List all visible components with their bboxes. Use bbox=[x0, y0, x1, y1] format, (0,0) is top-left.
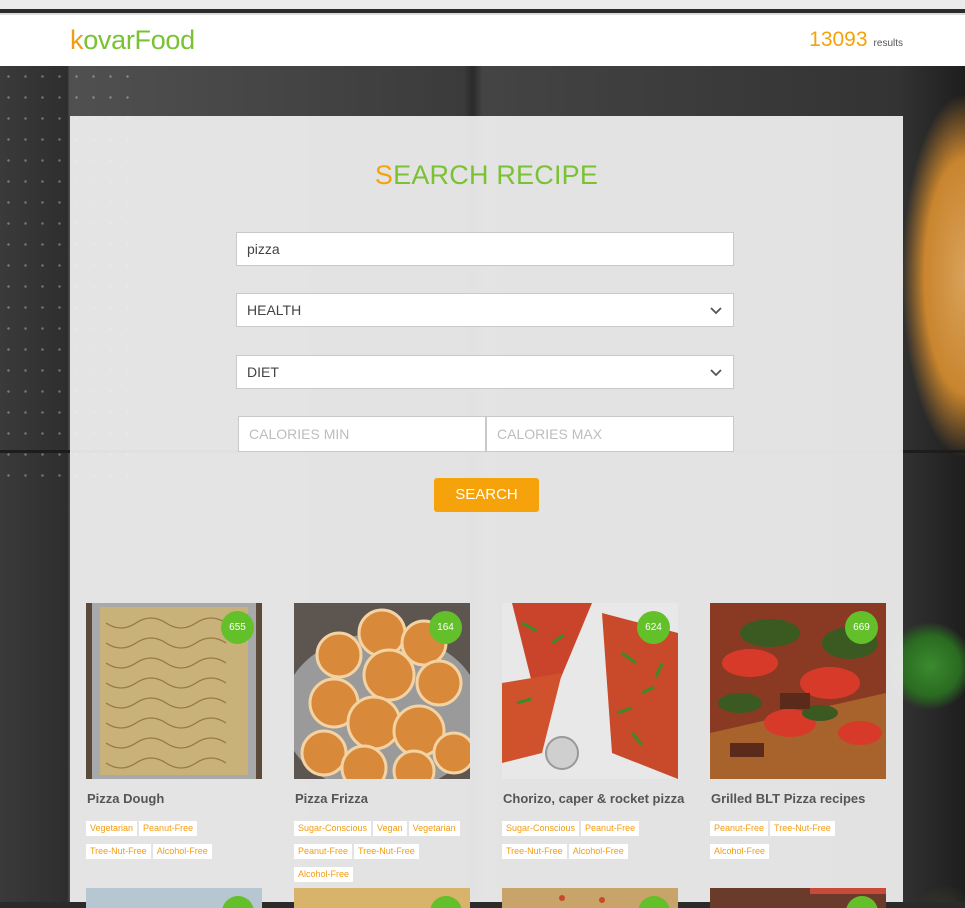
recipe-tag: Sugar-Conscious bbox=[502, 821, 580, 836]
recipe-title[interactable]: Pizza Dough bbox=[87, 791, 277, 806]
search-title-text: EARCH RECIPE bbox=[393, 160, 599, 190]
recipe-tag: Tree-Nut-Free bbox=[354, 844, 419, 859]
recipe-image[interactable]: 624 bbox=[502, 603, 678, 779]
results-count: 13093 bbox=[809, 28, 868, 51]
calories-badge: 164 bbox=[429, 611, 462, 644]
recipe-card-partial[interactable] bbox=[710, 888, 886, 908]
calories-badge: 655 bbox=[221, 611, 254, 644]
calories-max-placeholder: CALORIES MAX bbox=[497, 426, 603, 442]
recipe-image[interactable]: 164 bbox=[294, 603, 470, 779]
recipe-card-partial[interactable] bbox=[294, 888, 470, 908]
recipe-tag: Tree-Nut-Free bbox=[770, 821, 835, 836]
search-title-initial: S bbox=[374, 160, 394, 190]
calories-max-input[interactable]: CALORIES MAX bbox=[486, 416, 734, 452]
recipe-tags: Sugar-Conscious Peanut-Free Tree-Nut-Free A… bbox=[502, 818, 680, 864]
health-select[interactable]: HEALTH bbox=[236, 293, 734, 327]
recipe-tag: Alcohol-Free bbox=[152, 844, 212, 859]
brand-logo-initial: k bbox=[70, 25, 84, 55]
recipe-tag: Alcohol-Free bbox=[568, 844, 628, 859]
recipe-tag: Peanut-Free bbox=[294, 844, 353, 859]
recipe-tag: Alcohol-Free bbox=[710, 844, 770, 859]
recipe-tag: Tree-Nut-Free bbox=[502, 844, 567, 859]
top-header: kovarFood 13093 results bbox=[0, 15, 965, 66]
browser-chrome-strip bbox=[0, 0, 965, 9]
recipe-tags: Vegetarian Peanut-Free Tree-Nut-Free Alcoho… bbox=[86, 818, 264, 864]
recipe-tag: Sugar-Conscious bbox=[294, 821, 372, 836]
health-select-value: HEALTH bbox=[247, 302, 302, 318]
recipe-tag: Alcohol-Free bbox=[294, 867, 354, 882]
calories-badge: 624 bbox=[637, 611, 670, 644]
search-title: SEARCH RECIPE bbox=[70, 160, 903, 191]
results-counter: 13093 results bbox=[809, 28, 903, 52]
search-query-value: pizza bbox=[247, 241, 280, 257]
results-label: results bbox=[873, 38, 903, 49]
recipe-title[interactable]: Grilled BLT Pizza recipes bbox=[711, 791, 901, 806]
recipe-card-partial[interactable] bbox=[502, 888, 678, 908]
recipe-tags: Peanut-Free Tree-Nut-FreeAlcohol-Free bbox=[710, 818, 888, 864]
search-query-input[interactable]: pizza bbox=[236, 232, 734, 266]
diet-select-value: DIET bbox=[247, 364, 279, 380]
recipe-image[interactable]: 669 bbox=[710, 603, 886, 779]
recipe-tag: Tree-Nut-Free bbox=[86, 844, 151, 859]
brand-logo-text: ovarFood bbox=[83, 25, 195, 55]
recipe-title[interactable]: Pizza Frizza bbox=[295, 791, 485, 806]
brand-logo[interactable]: kovarFood bbox=[70, 25, 195, 56]
recipe-tag: Vegan bbox=[373, 821, 407, 836]
recipe-tag: Vegetarian bbox=[408, 821, 460, 836]
diet-select[interactable]: DIET bbox=[236, 355, 734, 389]
calories-min-input[interactable]: CALORIES MIN bbox=[238, 416, 486, 452]
recipe-tag: Peanut-Free bbox=[710, 821, 769, 836]
recipe-title[interactable]: Chorizo, caper & rocket pizza bbox=[503, 791, 693, 806]
recipe-tag: Vegetarian bbox=[86, 821, 138, 836]
recipe-card-partial[interactable] bbox=[86, 888, 262, 908]
recipe-tag: Peanut-Free bbox=[581, 821, 640, 836]
chevron-down-icon bbox=[710, 369, 722, 377]
recipe-tags: Sugar-Conscious Vegan Vegetarian Peanut-Fre… bbox=[294, 818, 472, 887]
chevron-down-icon bbox=[710, 307, 722, 315]
recipe-tag: Peanut-Free bbox=[139, 821, 198, 836]
search-panel: SEARCH RECIPE pizza HEALTH DIET CALORIES… bbox=[70, 116, 903, 908]
calories-badge: 669 bbox=[845, 611, 878, 644]
search-button[interactable]: SEARCH bbox=[434, 478, 539, 512]
recipe-image[interactable]: 655 bbox=[86, 603, 262, 779]
calories-min-placeholder: CALORIES MIN bbox=[249, 426, 350, 442]
